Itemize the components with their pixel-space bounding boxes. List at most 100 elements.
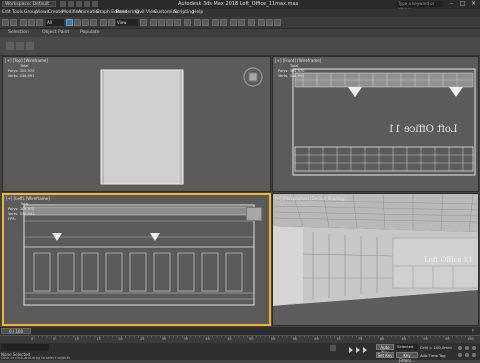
viewport-left-stats: Total Polys: 305,970 Verts: 336,991 FPS: — [8, 202, 34, 222]
select-by-name-icon[interactable] — [74, 19, 81, 26]
maximize-icon[interactable]: □ — [458, 1, 467, 7]
mirror-icon[interactable] — [194, 19, 201, 26]
material-editor-icon[interactable] — [248, 19, 255, 26]
bind-space-warp-icon[interactable] — [36, 19, 43, 26]
quick-access-save-icon[interactable] — [76, 1, 82, 7]
minimize-icon[interactable]: – — [447, 1, 456, 7]
time-slider-next-icon[interactable]: › — [468, 328, 478, 334]
ribbon-tab-populate[interactable]: Populate — [80, 30, 100, 35]
perspective-sign-text: Loft Office 11 — [424, 256, 473, 264]
redo-button-icon[interactable] — [10, 19, 17, 26]
stats-polys-value: 305,970 — [19, 207, 35, 211]
time-slider-thumb[interactable]: 0 / 100 — [1, 328, 31, 334]
rotate-icon[interactable] — [108, 19, 115, 26]
stats-polys-value: 305,970 — [19, 69, 35, 73]
track-tick-label: 50 — [249, 337, 254, 341]
stats-polys-value: 305,970 — [289, 69, 305, 73]
ribbon-tab-object-paint[interactable]: Object Paint — [42, 30, 69, 35]
track-tick-label: 30 — [161, 337, 167, 341]
close-icon[interactable]: × — [469, 1, 478, 7]
link-icon[interactable] — [20, 19, 27, 26]
menu-edit[interactable]: Edit — [2, 10, 11, 15]
curve-editor-icon[interactable] — [230, 19, 237, 26]
viewport-front-label[interactable]: [+] [Front] [Wireframe] — [275, 58, 321, 63]
auto-key-button[interactable]: Auto Key — [376, 344, 394, 355]
reference-coordinate-dropdown[interactable]: View — [116, 19, 138, 26]
selection-filter-dropdown[interactable]: All — [46, 19, 64, 26]
ribbon-tool-icon[interactable] — [26, 42, 34, 50]
pivot-center-icon[interactable] — [140, 19, 147, 26]
viewport-perspective-label[interactable]: [+] [Perspective] [Default Shading] — [275, 196, 346, 201]
align-icon[interactable] — [202, 19, 209, 26]
add-time-tag[interactable]: Add Time Tag — [420, 353, 445, 358]
percent-snap-icon[interactable] — [166, 19, 173, 26]
angle-snap-icon[interactable] — [158, 19, 165, 26]
render-production-icon[interactable] — [274, 19, 281, 26]
viewport-top-label[interactable]: [+] [Top] [Wireframe] — [5, 58, 48, 63]
ribbon-tab-selection[interactable]: Selection — [8, 30, 29, 35]
menu-create[interactable]: Create — [48, 10, 63, 15]
prompt-line: Click or click-and-drag to select object… — [1, 356, 70, 360]
move-icon[interactable] — [100, 19, 107, 26]
viewport-top[interactable] — [2, 56, 271, 192]
track-tick-label: 45 — [227, 337, 232, 341]
redo-icon[interactable] — [92, 1, 98, 7]
snap-toggle-icon[interactable] — [150, 19, 157, 26]
unlink-icon[interactable] — [28, 19, 35, 26]
schematic-view-icon[interactable] — [238, 19, 245, 26]
stats-verts-label: Verts: — [8, 74, 19, 78]
track-tick-label: 10 — [74, 337, 80, 341]
workspace-dropdown[interactable]: Workspace: Default — [2, 1, 56, 7]
viewcube-icon[interactable] — [246, 207, 262, 221]
track-tick-label: 35 — [183, 337, 189, 341]
track-tick-label: 20 — [118, 337, 123, 341]
track-tick-label: 0 — [31, 337, 34, 341]
key-mode-dropdown[interactable]: Selected — [396, 344, 418, 350]
spinner-snap-icon[interactable] — [174, 19, 181, 26]
viewport-top-canvas — [100, 67, 263, 185]
track-tick-label: 70 — [336, 337, 341, 341]
key-filters-button[interactable]: Key Filters... — [396, 352, 418, 363]
layer-explorer-icon[interactable] — [212, 19, 219, 26]
quick-access-open-icon[interactable] — [68, 1, 74, 7]
window-crossing-icon[interactable] — [90, 19, 97, 26]
lock-selection-icon[interactable] — [330, 345, 336, 351]
grid-size: Grid = 100,0mm — [420, 345, 452, 350]
time-slider-track[interactable] — [0, 327, 480, 335]
maxscript-listener[interactable] — [1, 344, 49, 351]
render-setup-icon[interactable] — [258, 19, 265, 26]
viewport-left[interactable] — [2, 193, 271, 326]
stats-verts-value: 336,991 — [19, 212, 35, 216]
set-key-button[interactable]: Set Key — [376, 352, 394, 358]
track-tick-label: 100 — [467, 337, 474, 341]
menu-tools[interactable]: Tools — [12, 10, 23, 15]
viewport-navigation-icons[interactable] — [456, 345, 478, 358]
track-tick-label: 40 — [205, 337, 210, 341]
track-tick-label: 95 — [445, 337, 450, 341]
named-selection-icon[interactable] — [184, 19, 191, 26]
menu-help[interactable]: Help — [193, 10, 203, 15]
track-tick-label: 75 — [358, 337, 363, 341]
rendered-frame-window-icon[interactable] — [266, 19, 273, 26]
playback-controls[interactable] — [348, 345, 370, 358]
select-object-icon[interactable] — [66, 19, 73, 26]
undo-icon[interactable] — [84, 1, 90, 7]
stats-verts-label: Verts: — [8, 212, 19, 216]
stats-verts-value: 336,991 — [19, 74, 35, 78]
nav-icons — [458, 346, 476, 357]
graphite-toggle-icon[interactable] — [220, 19, 227, 26]
ribbon-tool-icon[interactable] — [6, 42, 14, 50]
menu-scripting[interactable]: Scripting — [174, 10, 194, 15]
viewport-left-label[interactable]: [+] [Left] [Wireframe] — [6, 196, 50, 201]
quick-access-new-icon[interactable] — [60, 1, 66, 7]
viewport-left-canvas — [23, 204, 255, 306]
rectangular-selection-icon[interactable] — [82, 19, 89, 26]
playback-icons — [349, 347, 367, 353]
track-tick-label: 15 — [96, 337, 101, 341]
track-tick-label: 90 — [423, 337, 428, 341]
ribbon-tool-icon[interactable] — [16, 42, 24, 50]
viewcube-icon[interactable] — [244, 67, 264, 85]
search-input[interactable]: Type a keyword or phrase — [396, 1, 442, 12]
ribbon-tabs — [0, 29, 480, 37]
undo-button-icon[interactable] — [2, 19, 9, 26]
